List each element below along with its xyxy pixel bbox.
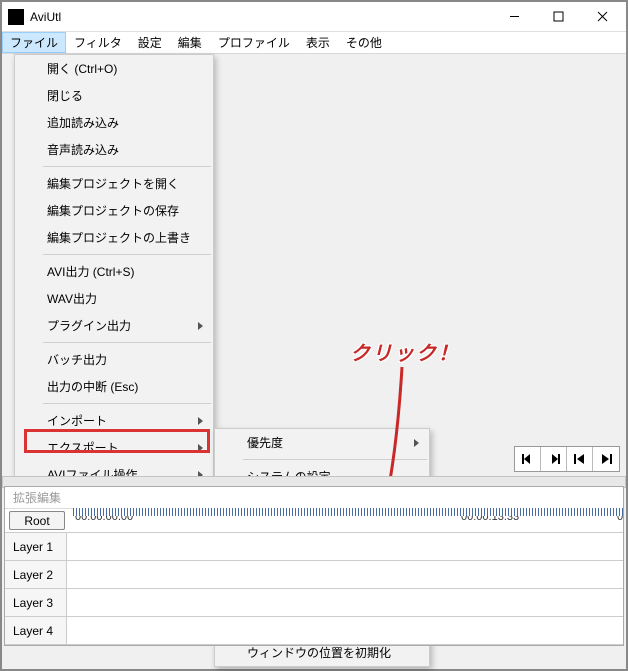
menu-separator	[43, 166, 211, 167]
menubar-item-6[interactable]: その他	[338, 32, 390, 53]
file-menu-item[interactable]: 編集プロジェクトを開く	[15, 170, 213, 197]
menu-separator	[43, 403, 211, 404]
file-menu-item[interactable]: 音声読み込み	[15, 136, 213, 163]
file-menu-item[interactable]: WAV出力	[15, 285, 213, 312]
file-menu-item[interactable]: インポート	[15, 407, 213, 434]
file-menu-item[interactable]: 編集プロジェクトの上書き	[15, 224, 213, 251]
file-menu-item[interactable]: 出力の中断 (Esc)	[15, 373, 213, 400]
menu-separator	[243, 459, 427, 460]
next-frame-button[interactable]	[541, 447, 567, 471]
file-menu-item[interactable]: 閉じる	[15, 82, 213, 109]
menu-separator	[43, 342, 211, 343]
prev-frame-button[interactable]	[515, 447, 541, 471]
extended-editor-window: 拡張編集 Root 00:00:00.0000:00:13.3300:00:16…	[4, 486, 624, 646]
go-end-button[interactable]	[593, 447, 619, 471]
layer-track[interactable]	[67, 617, 623, 644]
timeline-ticks	[73, 508, 623, 516]
go-start-button[interactable]	[567, 447, 593, 471]
layer-track[interactable]	[67, 533, 623, 560]
file-menu-item[interactable]: 開く (Ctrl+O)	[15, 55, 213, 82]
close-button[interactable]	[580, 3, 624, 31]
layer-label[interactable]: Layer 4	[5, 617, 67, 644]
file-menu-item[interactable]: プラグイン出力	[15, 312, 213, 339]
menubar-item-0[interactable]: ファイル	[2, 32, 66, 53]
title-bar: AviUtl	[2, 2, 626, 32]
extended-editor-title: 拡張編集	[5, 487, 623, 509]
app-title: AviUtl	[30, 10, 492, 24]
menubar-item-3[interactable]: 編集	[170, 32, 210, 53]
menu-bar: ファイルフィルタ設定編集プロファイル表示その他	[2, 32, 626, 54]
file-menu-item[interactable]: 編集プロジェクトの保存	[15, 197, 213, 224]
layer-label[interactable]: Layer 3	[5, 589, 67, 616]
file-menu-item[interactable]: AVI出力 (Ctrl+S)	[15, 258, 213, 285]
root-button[interactable]: Root	[9, 511, 65, 530]
layer-label[interactable]: Layer 1	[5, 533, 67, 560]
file-menu-item[interactable]: バッチ出力	[15, 346, 213, 373]
file-menu-item[interactable]: 追加読み込み	[15, 109, 213, 136]
layers-area: Layer 1Layer 2Layer 3Layer 4	[5, 533, 623, 645]
layer-row: Layer 3	[5, 589, 623, 617]
app-icon	[8, 9, 24, 25]
transport-controls	[514, 446, 620, 472]
menu-separator	[43, 254, 211, 255]
file-menu-item[interactable]: エクスポート	[15, 434, 213, 461]
layer-label[interactable]: Layer 2	[5, 561, 67, 588]
annotation-click: クリック！	[350, 337, 460, 366]
minimize-button[interactable]	[492, 3, 536, 31]
layer-track[interactable]	[67, 589, 623, 616]
layer-row: Layer 4	[5, 617, 623, 645]
menubar-item-2[interactable]: 設定	[130, 32, 170, 53]
env-submenu-item[interactable]: 優先度	[215, 429, 429, 456]
menubar-item-5[interactable]: 表示	[298, 32, 338, 53]
layer-row: Layer 2	[5, 561, 623, 589]
maximize-button[interactable]	[536, 3, 580, 31]
layer-track[interactable]	[67, 561, 623, 588]
menubar-item-1[interactable]: フィルタ	[66, 32, 130, 53]
menubar-item-4[interactable]: プロファイル	[210, 32, 298, 53]
layer-row: Layer 1	[5, 533, 623, 561]
